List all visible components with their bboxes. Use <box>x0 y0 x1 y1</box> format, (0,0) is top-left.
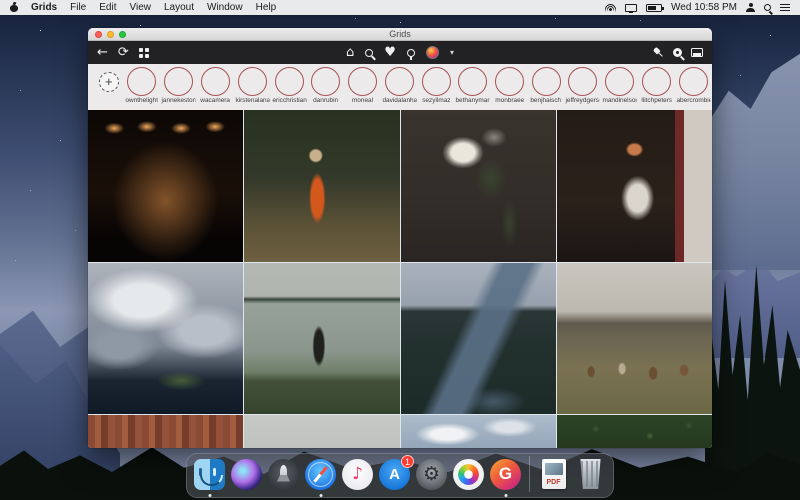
dock: ♪ A1 ⚙ G PDF <box>186 453 614 498</box>
menu-help[interactable]: Help <box>256 2 277 13</box>
siri-icon <box>231 459 262 490</box>
photo-river-valley[interactable] <box>401 263 556 414</box>
user-icon[interactable] <box>746 3 755 12</box>
finder-icon <box>194 459 225 490</box>
story-abercrombie[interactable]: abercrombie <box>675 67 712 104</box>
story-ownthelight[interactable]: ownthelight <box>124 67 161 104</box>
story-ericchristian[interactable]: ericchristian <box>271 67 308 104</box>
spotlight-search-icon[interactable] <box>764 4 771 11</box>
display-icon[interactable] <box>625 4 637 12</box>
desktop: Grids File Edit View Layout Window Help … <box>0 0 800 500</box>
story-moneal[interactable]: moneal <box>344 67 381 104</box>
dock-grids[interactable]: G <box>489 458 522 491</box>
menu-layout[interactable]: Layout <box>164 2 194 13</box>
menu-edit[interactable]: Edit <box>99 2 116 13</box>
pdf-document-icon: PDF <box>542 459 566 489</box>
dock-finder[interactable] <box>193 458 226 491</box>
menu-file[interactable]: File <box>70 2 86 13</box>
wifi-icon[interactable] <box>605 3 616 12</box>
story-bethanymari[interactable]: bethanymari… <box>454 67 491 104</box>
dock-pdf-document[interactable]: PDF <box>537 458 570 491</box>
dock-safari[interactable] <box>304 458 337 491</box>
story-llitchpeters[interactable]: llitchpeters <box>638 67 675 104</box>
menu-app-name[interactable]: Grids <box>31 2 57 13</box>
story-mandinelson[interactable]: mandinelson_ <box>601 67 638 104</box>
search-icon[interactable] <box>365 49 373 57</box>
running-indicator <box>208 494 211 497</box>
photo-orange-dress[interactable] <box>244 110 399 262</box>
itunes-music-icon: ♪ <box>342 459 373 490</box>
inbox-icon[interactable] <box>691 48 703 57</box>
story-wacamera[interactable]: wacamera <box>197 67 234 104</box>
dock-photos[interactable] <box>452 458 485 491</box>
menu-clock[interactable]: Wed 10:58 PM <box>671 2 737 13</box>
photos-pinwheel-icon <box>453 459 484 490</box>
story-monbraee[interactable]: monbraee <box>491 67 528 104</box>
story-benjhaisch[interactable]: benjhaisch <box>528 67 565 104</box>
heart-icon[interactable]: ♥ <box>384 46 396 59</box>
chevron-down-icon[interactable]: ▾ <box>450 48 454 57</box>
photo-clouds-sky[interactable] <box>401 415 556 448</box>
photo-storm-clouds[interactable] <box>88 263 243 414</box>
toolbar: ← ⟳ ⌂ ♥ ▾ <box>88 41 712 64</box>
notification-badge: 1 <box>401 455 414 468</box>
photo-white-rose[interactable] <box>401 110 556 262</box>
story-kirstenalana[interactable]: kirstenalana <box>234 67 271 104</box>
dock-separator <box>529 456 530 492</box>
safari-compass-icon <box>305 459 336 490</box>
granite-cliff <box>705 40 800 270</box>
photo-gray-mist[interactable] <box>244 415 399 448</box>
story-jannekestorm[interactable]: jannekestorm <box>160 67 197 104</box>
profile-avatar[interactable] <box>426 46 439 59</box>
launchpad-rocket-icon <box>268 459 299 490</box>
dock-appstore[interactable]: A1 <box>378 458 411 491</box>
notification-center-icon[interactable] <box>780 4 790 12</box>
dock-itunes[interactable]: ♪ <box>341 458 374 491</box>
photo-grid <box>88 110 712 448</box>
menu-window[interactable]: Window <box>207 2 243 13</box>
stories-bar: + ownthelight jannekestorm wacamera kirs… <box>88 64 712 110</box>
story-davidalanhar[interactable]: davidalanhar… <box>381 67 418 104</box>
refresh-icon[interactable]: ⟳ <box>118 46 129 59</box>
photo-window-portrait[interactable] <box>557 110 712 262</box>
grids-app-icon: G <box>490 459 521 490</box>
battery-icon[interactable] <box>646 4 662 12</box>
photo-lake-person[interactable] <box>244 263 399 414</box>
gear-icon: ⚙ <box>416 459 447 490</box>
photo-deer-field[interactable] <box>557 263 712 414</box>
grids-window: Grids ← ⟳ ⌂ ♥ ▾ + <box>88 28 712 448</box>
photo-green-foliage[interactable] <box>557 415 712 448</box>
menu-view[interactable]: View <box>129 2 151 13</box>
dock-system-preferences[interactable]: ⚙ <box>415 458 448 491</box>
photo-rust-wood[interactable] <box>88 415 243 448</box>
back-icon[interactable]: ← <box>97 46 108 59</box>
pushpin-icon[interactable] <box>651 45 667 61</box>
dock-siri[interactable] <box>230 458 263 491</box>
running-indicator <box>504 494 507 497</box>
photo-concert-stage[interactable] <box>88 110 243 262</box>
trash-icon <box>579 459 603 489</box>
grid-view-icon[interactable] <box>139 48 149 58</box>
story-jeffreydgerson[interactable]: jeffreydgerson <box>564 67 601 104</box>
home-icon[interactable]: ⌂ <box>346 46 354 59</box>
dock-launchpad[interactable] <box>267 458 300 491</box>
story-danrubin[interactable]: danrubin <box>308 67 345 104</box>
dock-trash[interactable] <box>574 458 607 491</box>
apple-menu-icon[interactable] <box>10 3 18 12</box>
zoom-search-icon[interactable] <box>673 48 682 57</box>
location-pin-icon[interactable] <box>407 49 415 57</box>
add-story-button[interactable]: + <box>94 67 124 97</box>
story-sezyilmaz[interactable]: sezyilmaz <box>418 67 455 104</box>
menu-bar: Grids File Edit View Layout Window Help … <box>0 0 800 15</box>
running-indicator <box>319 494 322 497</box>
title-bar[interactable]: Grids <box>88 28 712 41</box>
window-title: Grids <box>88 29 712 39</box>
